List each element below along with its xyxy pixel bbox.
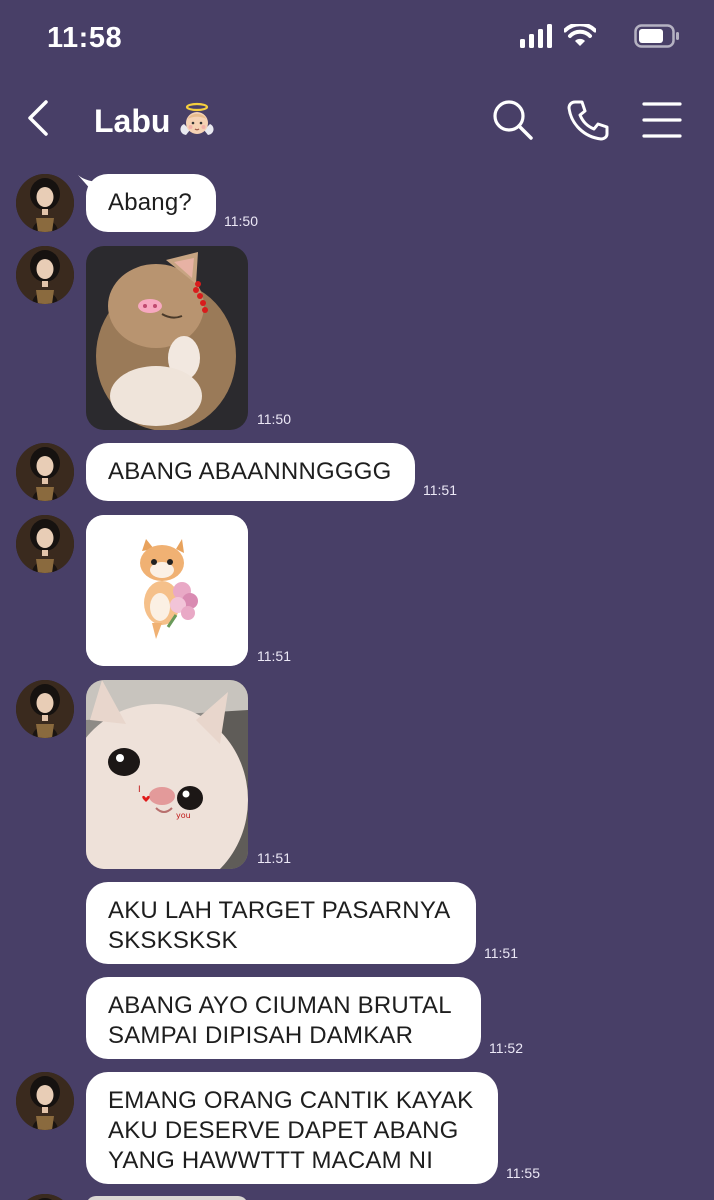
message-bubble[interactable]: AKU LAH TARGET PASARNYA SKSKSKSK: [86, 882, 476, 964]
signal-icon: [520, 24, 552, 48]
contact-name: Labu: [94, 102, 171, 139]
contact-avatar[interactable]: [16, 443, 74, 501]
contact-avatar[interactable]: [16, 246, 74, 304]
search-icon[interactable]: [491, 98, 535, 142]
status-time: 11:58: [47, 22, 123, 54]
message-time: 11:50: [257, 411, 291, 427]
kitten-with-flowers-sticker[interactable]: [86, 515, 248, 666]
back-icon[interactable]: [22, 98, 56, 138]
wifi-icon: [564, 24, 596, 46]
message-time: 11:51: [484, 945, 518, 961]
contact-avatar[interactable]: [16, 515, 74, 573]
partial-image-message[interactable]: [86, 1196, 248, 1200]
message-time: 11:55: [506, 1165, 540, 1181]
contact-avatar[interactable]: [16, 1194, 74, 1200]
cat-closeup-i-love-you-sticker[interactable]: I you: [86, 680, 248, 869]
message-bubble[interactable]: EMANG ORANG CANTIK KAYAK AKU DESERVE DAP…: [86, 1072, 498, 1184]
message-time: 11:50: [224, 213, 258, 229]
message-bubble[interactable]: ABANG ABAANNNGGGG: [86, 443, 415, 501]
message-bubble[interactable]: ABANG AYO CIUMAN BRUTAL SAMPAI DIPISAH D…: [86, 977, 481, 1059]
menu-icon[interactable]: [640, 98, 684, 142]
message-time: 11:51: [423, 482, 457, 498]
contact-avatar[interactable]: [16, 1072, 74, 1130]
message-bubble[interactable]: Abang?: [86, 174, 216, 232]
contact-avatar[interactable]: [16, 680, 74, 738]
baby-angel-emoji: [180, 102, 214, 135]
contact-avatar[interactable]: [16, 174, 74, 232]
message-time: 11:52: [489, 1040, 523, 1056]
message-list[interactable]: Abang? 11:50 11:50 ABANG ABAANNNGGGG 11:…: [0, 162, 714, 1200]
phone-icon[interactable]: [566, 98, 610, 142]
kitten-with-pig-nose-sticker[interactable]: [86, 246, 248, 430]
status-bar: 11:58: [0, 0, 714, 78]
svg-text:you: you: [176, 811, 191, 820]
battery-icon: [634, 24, 679, 48]
message-time: 11:51: [257, 850, 291, 866]
chat-title[interactable]: Labu: [94, 102, 216, 140]
chat-header: Labu: [0, 80, 714, 162]
svg-text:I: I: [138, 785, 141, 795]
message-time: 11:51: [257, 648, 291, 664]
